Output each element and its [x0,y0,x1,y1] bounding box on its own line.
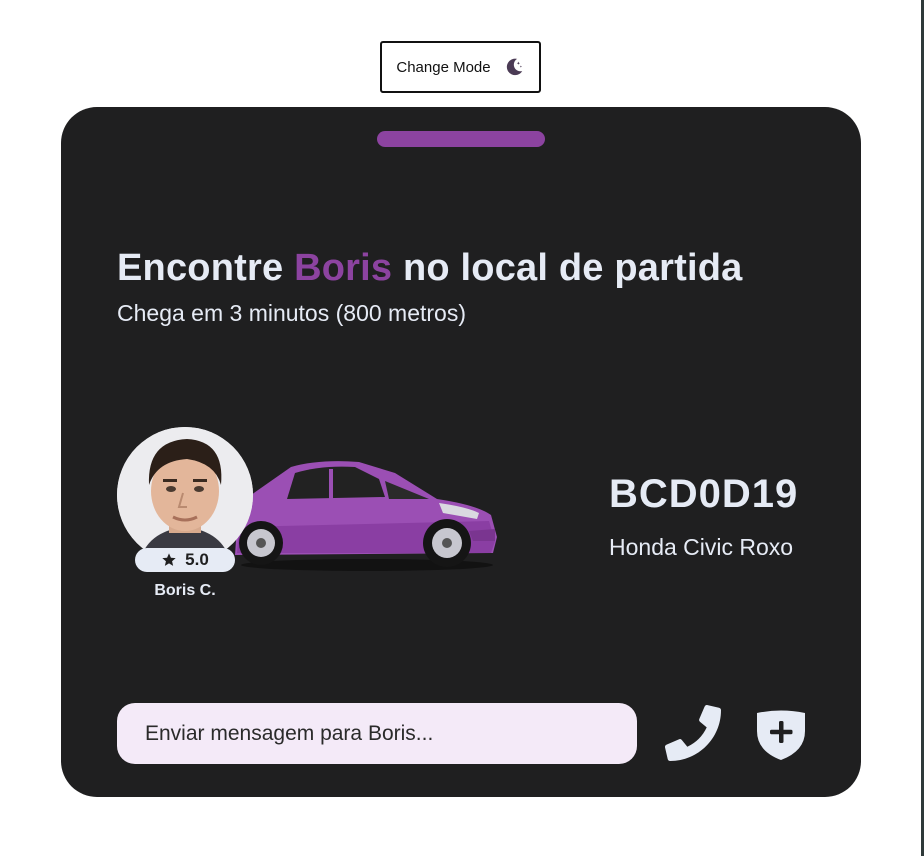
title-prefix: Encontre [117,247,295,289]
page-title: Encontre Boris no local de partida [117,247,743,290]
driver-name: Boris C. [154,582,216,599]
change-mode-label: Change Mode [396,58,491,76]
car-illustration [235,461,497,571]
title-driver-name: Boris [294,247,393,289]
driver-rating: 5.0 [135,548,235,572]
drag-handle[interactable] [377,131,545,147]
vehicle-model: Honda Civic Roxo [609,534,794,560]
phone-icon[interactable] [665,705,721,761]
driver-avatar[interactable] [117,427,253,563]
rating-value: 5.0 [185,550,209,569]
title-suffix: no local de partida [392,247,743,289]
arrival-info: Chega em 3 minutos (800 metros) [117,300,466,326]
change-mode-button[interactable]: Change Mode [380,41,541,93]
star-icon [162,553,176,566]
message-input[interactable] [117,703,637,764]
license-plate: BCD0D19 [609,472,799,516]
moon-stars-icon [506,58,522,76]
ride-card: Encontre Boris no local de partida Chega… [61,107,861,797]
shield-plus-icon[interactable] [755,707,807,761]
driver-avatar-portrait [117,427,253,563]
